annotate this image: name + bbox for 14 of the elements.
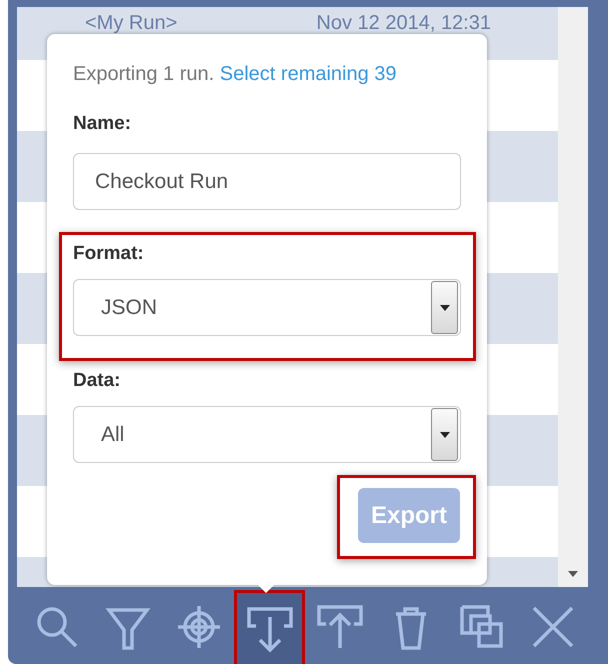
- caret-icon[interactable]: [431, 408, 458, 461]
- toolbar-button[interactable]: [234, 590, 306, 664]
- scroll-down-icon[interactable]: [568, 571, 578, 577]
- scrollbar[interactable]: [558, 7, 588, 587]
- field-label: Data:: [73, 369, 122, 393]
- name-field[interactable]: Checkout Run: [73, 153, 461, 210]
- caret-icon[interactable]: [431, 281, 458, 334]
- run-date: Nov 12 2014, 12:31: [316, 12, 491, 34]
- field-label: Name:: [73, 112, 132, 136]
- dropdown[interactable]: JSON: [73, 279, 461, 336]
- field-label: Format:: [73, 242, 145, 266]
- dropdown[interactable]: All: [73, 406, 461, 463]
- run-name: <My Run>: [85, 12, 178, 34]
- export-message: Exporting 1 run.: [73, 63, 214, 85]
